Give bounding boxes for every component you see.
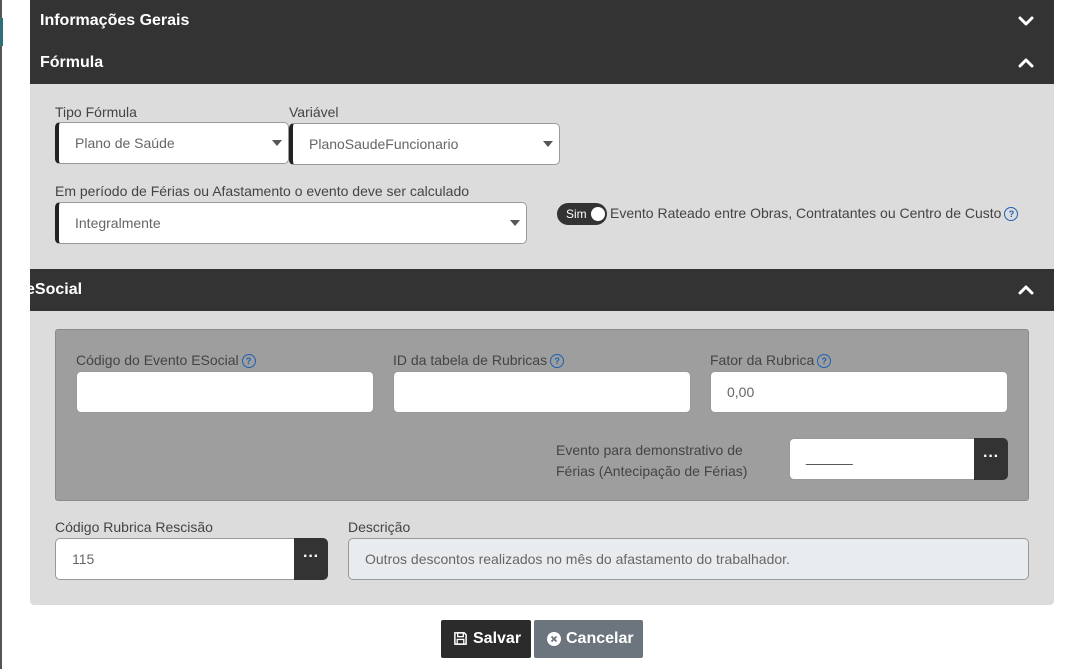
chevron-up-icon[interactable] [1018,282,1034,298]
window-left-edge [0,0,2,669]
variavel-label: Variável [289,104,339,120]
toggle-knob [591,207,605,221]
window-left-accent [0,18,3,46]
rateado-label: Evento Rateado entre Obras, Contratantes… [610,205,1019,222]
help-icon[interactable]: ? [817,354,832,369]
variavel-select[interactable]: PlanoSaudeFuncionario [289,123,560,165]
demo-label-line2: Férias (Antecipação de Férias) [556,463,748,479]
id-tabela-label: ID da tabela de Rubricas? [393,352,565,369]
cancel-label: Cancelar [566,630,634,647]
section-header-esocial[interactable]: eSocial [26,269,1054,311]
fator-rubrica-placeholder: 0,00 [727,384,755,400]
help-icon[interactable]: ? [241,354,256,369]
help-icon[interactable]: ? [550,354,565,369]
section-header-informacoes-gerais[interactable]: Informações Gerais [30,0,1054,42]
section-title: Fórmula [40,54,104,71]
caret-down-icon [543,141,553,147]
descricao-field: Outros descontos realizados no mês do af… [348,538,1029,580]
section-header-formula[interactable]: Fórmula [30,42,1054,84]
fator-rubrica-label: Fator da Rubrica? [710,352,832,369]
evento-demonstrativo-input[interactable]: ______ [789,438,975,480]
codigo-evento-input[interactable] [76,371,374,413]
tipo-formula-value: Plano de Saúde [75,135,175,151]
toggle-label: Sim [566,207,587,221]
codigo-rescisao-value: 115 [72,551,95,567]
save-button[interactable]: Salvar [441,620,531,658]
demo-label-line1: Evento para demonstrativo de [556,442,743,458]
help-icon[interactable]: ? [1004,207,1019,222]
codigo-rescisao-lookup-button[interactable]: ··· [294,538,328,580]
id-tabela-text: ID da tabela de Rubricas [393,352,548,368]
evento-demonstrativo-lookup-button[interactable]: ··· [974,438,1008,480]
evento-demonstrativo-label: Evento para demonstrativo de Férias (Ant… [556,440,747,482]
chevron-down-icon[interactable] [1018,13,1034,29]
variavel-value: PlanoSaudeFuncionario [309,136,459,152]
fator-rubrica-text: Fator da Rubrica [710,352,815,368]
chevron-up-icon[interactable] [1018,55,1034,71]
caret-down-icon [510,220,520,226]
rateado-text: Evento Rateado entre Obras, Contratantes… [610,205,1002,221]
tipo-formula-label: Tipo Fórmula [55,104,137,120]
id-tabela-input[interactable] [393,371,691,413]
tipo-formula-select[interactable]: Plano de Saúde [55,122,289,164]
periodo-label: Em período de Férias ou Afastamento o ev… [55,183,470,199]
section-title: Informações Gerais [40,12,190,29]
descricao-label: Descrição [348,519,411,535]
codigo-rescisao-label: Código Rubrica Rescisão [55,519,213,535]
fator-rubrica-input[interactable]: 0,00 [710,371,1008,413]
codigo-evento-label: Código do Evento ESocial? [76,352,256,369]
periodo-select[interactable]: Integralmente [55,202,527,244]
section-title: eSocial [26,281,83,298]
descricao-value: Outros descontos realizados no mês do af… [365,551,790,567]
cancel-icon [546,631,562,652]
cancel-button[interactable]: Cancelar [534,620,643,658]
caret-down-icon [272,140,282,146]
codigo-evento-text: Código do Evento ESocial [76,352,239,368]
rateado-toggle[interactable]: Sim [557,203,607,225]
form-panel: Informações Gerais Fórmula Tipo Fórmula … [26,0,1054,605]
evento-demonstrativo-value: ______ [806,449,853,465]
save-icon [453,631,468,651]
save-label: Salvar [473,630,522,647]
codigo-rescisao-input[interactable]: 115 [55,538,295,580]
periodo-value: Integralmente [75,215,161,231]
